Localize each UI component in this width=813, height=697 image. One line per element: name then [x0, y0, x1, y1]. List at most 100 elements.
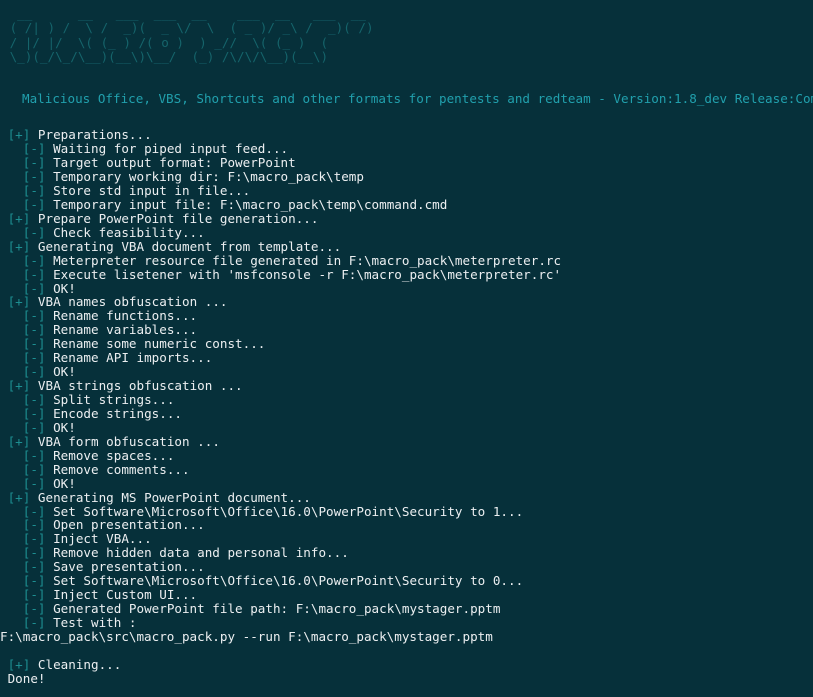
log-line: [-] Check feasibility...	[0, 225, 813, 240]
log-line-text: Waiting for piped input feed...	[45, 141, 289, 157]
log-line-indent	[0, 615, 23, 630]
log-line: [-] Rename functions...	[0, 309, 813, 323]
log-line: [-] Generated PowerPoint file path: F:\m…	[0, 602, 813, 616]
log-line: [-] Waiting for piped input feed...	[0, 142, 813, 156]
log-line: [-] OK!	[0, 419, 813, 435]
log-line-text: OK!	[45, 364, 76, 380]
log-line-indent	[0, 239, 8, 254]
log-line-text: OK!	[45, 280, 76, 296]
log-line-text: Generating VBA document from template...	[30, 238, 342, 254]
log-line-indent	[0, 434, 8, 449]
status-marker-minus: [-]	[22, 392, 46, 407]
log-line-indent	[0, 448, 23, 463]
log-line: [-] Target output format: PowerPoint	[0, 156, 813, 170]
status-marker-minus: [-]	[22, 503, 46, 519]
log-line-text: Open presentation...	[45, 517, 205, 533]
log-line-text: Inject VBA...	[45, 531, 152, 547]
log-output: [+] Preparations... [-] Waiting for pipe…	[0, 106, 813, 686]
log-line-indent	[0, 281, 23, 296]
log-line-text: Rename some numeric const...	[45, 336, 266, 352]
status-marker-minus: [-]	[22, 447, 46, 463]
log-line-text: Generating MS PowerPoint document...	[30, 489, 311, 505]
status-marker-minus: [-]	[22, 615, 46, 630]
log-line-text: VBA names obfuscation ...	[30, 294, 228, 310]
log-line-text: Execute lisetener with 'msfconsole -r F:…	[45, 266, 562, 282]
log-line-text: Encode strings...	[45, 405, 182, 421]
status-marker-minus: [-]	[22, 141, 46, 157]
log-line: [-] Inject Custom UI...	[0, 588, 813, 602]
log-line-indent	[0, 169, 23, 184]
status-marker-minus: [-]	[22, 266, 46, 282]
log-line-text: Remove spaces...	[45, 447, 175, 463]
status-marker-minus: [-]	[22, 364, 46, 380]
log-line-text: Meterpreter resource file generated in F…	[45, 252, 562, 268]
status-marker-minus: [-]	[22, 419, 46, 435]
log-line-text: Store std input in file...	[45, 182, 251, 198]
log-line-text: Inject Custom UI...	[45, 587, 198, 603]
log-line-text: OK!	[45, 475, 76, 491]
status-marker-minus: [-]	[22, 169, 46, 184]
log-line-indent	[0, 336, 23, 351]
status-marker-minus: [-]	[22, 531, 46, 547]
log-line: [-] Open presentation...	[0, 518, 813, 532]
status-marker-minus: [-]	[22, 601, 46, 617]
log-line-indent	[0, 294, 8, 309]
status-marker-minus: [-]	[22, 475, 46, 491]
log-line-indent	[0, 517, 23, 532]
log-line-indent	[0, 392, 23, 407]
log-line-indent	[0, 267, 23, 282]
log-line-indent	[0, 364, 23, 379]
log-line-indent	[0, 127, 8, 142]
log-line-text: Set Software\Microsoft\Office\16.0\Power…	[45, 573, 524, 589]
status-marker-minus: [-]	[22, 573, 46, 589]
log-line-text: OK!	[45, 419, 76, 435]
log-line-indent	[0, 378, 8, 393]
log-line-text: Preparations...	[30, 127, 152, 143]
log-line-text: Remove hidden data and personal info...	[45, 545, 349, 561]
log-line-text: Generated PowerPoint file path: F:\macro…	[45, 601, 501, 617]
status-marker-minus: [-]	[22, 196, 46, 212]
log-line	[0, 644, 813, 658]
status-marker-minus: [-]	[22, 155, 46, 171]
log-line-indent	[0, 322, 23, 337]
log-line-indent	[0, 476, 23, 491]
status-marker-plus: [+]	[7, 127, 31, 143]
log-line: [-] OK!	[0, 280, 813, 296]
log-line-indent	[0, 587, 23, 602]
log-line: Done!	[0, 671, 813, 686]
log-line-indent	[0, 531, 23, 546]
log-line: F:\macro_pack\src\macro_pack.py --run F:…	[0, 629, 813, 644]
log-line-text: Rename API imports...	[45, 350, 213, 366]
log-line-indent	[0, 490, 8, 505]
log-line: [+] Prepare PowerPoint file generation..…	[0, 211, 813, 226]
log-line-indent	[0, 462, 23, 477]
log-line-text: Save presentation...	[45, 559, 205, 575]
log-line-indent	[0, 308, 23, 323]
log-line: [-] Temporary working dir: F:\macro_pack…	[0, 170, 813, 184]
log-line-text: VBA strings obfuscation ...	[30, 378, 243, 394]
log-line-indent	[0, 253, 23, 268]
log-line: [-] Set Software\Microsoft\Office\16.0\P…	[0, 503, 813, 519]
status-marker-plus: [+]	[7, 238, 31, 254]
log-line-indent	[0, 657, 8, 672]
log-line: [+] Generating VBA document from templat…	[0, 238, 813, 254]
log-line-text: Cleaning...	[30, 656, 122, 672]
log-line-indent	[0, 545, 23, 560]
log-line-indent	[0, 504, 23, 519]
log-line-indent	[0, 601, 23, 616]
log-line: [-] Encode strings...	[0, 405, 813, 421]
log-line-indent	[0, 420, 23, 435]
log-line-indent	[0, 141, 23, 156]
banner-subtitle: Malicious Office, VBS, Shortcuts and oth…	[22, 91, 813, 107]
log-line: [-] Remove hidden data and personal info…	[0, 546, 813, 560]
status-marker-minus: [-]	[22, 336, 46, 352]
status-marker-minus: [-]	[22, 559, 46, 575]
log-line-text: Target output format: PowerPoint	[45, 155, 296, 171]
status-marker-minus: [-]	[22, 322, 46, 338]
status-marker-minus: [-]	[22, 461, 46, 477]
log-line: [+] Preparations...	[0, 128, 813, 142]
log-line-indent	[0, 573, 23, 588]
log-line: [-] OK!	[0, 365, 813, 379]
log-line-indent	[0, 211, 8, 226]
log-line: [-] Split strings...	[0, 393, 813, 407]
